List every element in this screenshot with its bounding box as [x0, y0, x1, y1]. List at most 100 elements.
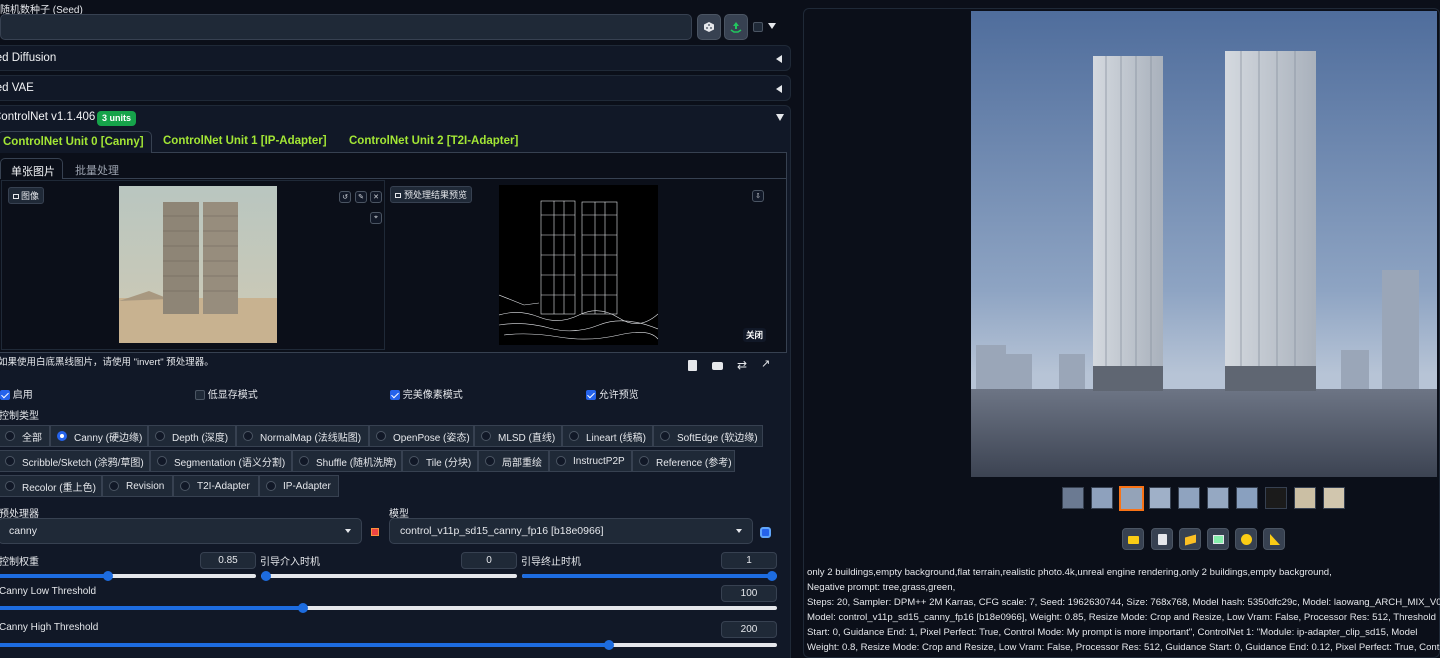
save-button[interactable]: [1151, 528, 1173, 550]
end-slider[interactable]: [522, 571, 777, 581]
tab-unit-0[interactable]: ControlNet Unit 0 [Canny]: [0, 131, 152, 153]
seed-input[interactable]: [0, 14, 692, 40]
send-to-extras-button[interactable]: [1263, 528, 1285, 550]
start-input[interactable]: 0: [461, 552, 517, 569]
canny-low-input[interactable]: 100: [721, 585, 777, 602]
canny-high-slider[interactable]: [0, 640, 777, 650]
control-type-softedge[interactable]: SoftEdge (软边缘): [653, 425, 763, 447]
swap-icon[interactable]: ⇄: [737, 358, 747, 372]
gallery-thumbnail[interactable]: [1091, 487, 1113, 509]
brush-icon[interactable]: ⌖: [370, 212, 382, 224]
download-icon[interactable]: ⇩: [752, 190, 764, 202]
tiled-diffusion-accordion[interactable]: Tiled Diffusion: [0, 45, 791, 71]
preprocessed-preview-image: [499, 185, 658, 345]
close-preview-button[interactable]: 关闭: [743, 328, 767, 342]
extra-seed-checkbox[interactable]: [753, 22, 763, 32]
end-slider-thumb[interactable]: [767, 571, 777, 581]
canny-low-slider[interactable]: [0, 603, 777, 613]
control-type-mlsd[interactable]: MLSD (直线): [474, 425, 562, 447]
canny-low-slider-fill: [0, 606, 304, 610]
extra-seed-toggle-icon[interactable]: [768, 23, 776, 29]
control-type-inpaint[interactable]: 局部重绘: [478, 450, 549, 472]
edit-icon[interactable]: ✎: [355, 191, 367, 203]
end-input[interactable]: 1: [721, 552, 777, 569]
control-type-segmentation[interactable]: Segmentation (语义分割): [150, 450, 292, 472]
run-preprocessor-icon[interactable]: [371, 528, 379, 536]
tab-single-image-label: 单张图片: [11, 166, 55, 178]
control-type-label: T2I-Adapter: [197, 480, 250, 492]
start-slider-thumb[interactable]: [261, 571, 271, 581]
tab-unit-2[interactable]: ControlNet Unit 2 [T2I-Adapter]: [349, 135, 518, 147]
control-type-depth[interactable]: Depth (深度): [148, 425, 236, 447]
canny-high-input[interactable]: 200: [721, 621, 777, 638]
control-type-ip-adapter[interactable]: IP-Adapter: [259, 475, 339, 497]
control-type-recolor[interactable]: Recolor (重上色): [0, 475, 102, 497]
tab-single-image[interactable]: 单张图片: [0, 158, 63, 179]
reuse-seed-button[interactable]: [724, 14, 748, 40]
control-type-label: Revision: [126, 480, 165, 492]
radio-dot-icon: [5, 456, 15, 466]
camera-icon[interactable]: [712, 362, 723, 370]
control-type-label: 局部重绘: [502, 457, 542, 469]
tiled-vae-accordion[interactable]: Tiled VAE: [0, 75, 791, 101]
control-type-normalmap[interactable]: NormalMap (法线贴图): [236, 425, 369, 447]
gallery-thumbnail[interactable]: [1119, 486, 1144, 511]
weight-slider-thumb[interactable]: [102, 571, 113, 581]
invert-hint: 如果使用白底黑线图片，请使用 "invert" 预处理器。: [0, 357, 214, 368]
chevron-down-icon: [345, 529, 351, 533]
control-type-revision[interactable]: Revision: [102, 475, 173, 497]
gallery-thumbnail[interactable]: [1207, 487, 1229, 509]
control-type-openpose[interactable]: OpenPose (姿态): [369, 425, 474, 447]
model-select[interactable]: control_v11p_sd15_canny_fp16 [b18e0966]: [389, 518, 753, 544]
weight-input[interactable]: 0.85: [200, 552, 256, 569]
new-canvas-icon[interactable]: [688, 360, 697, 371]
info-line: Steps: 20, Sampler: DPM++ 2M Karras, CFG…: [807, 597, 1440, 608]
allow-preview-checkbox[interactable]: 允许预览: [586, 386, 639, 401]
output-image[interactable]: [971, 11, 1437, 477]
gallery-thumbnail[interactable]: [1323, 487, 1345, 509]
random-seed-button[interactable]: [697, 14, 721, 40]
send-to-inpaint-button[interactable]: [1235, 528, 1257, 550]
gallery-thumbnail[interactable]: [1149, 487, 1171, 509]
control-type-shuffle[interactable]: Shuffle (随机洗牌): [292, 450, 402, 472]
canny-high-slider-fill: [0, 643, 609, 647]
zip-icon: [1185, 534, 1196, 546]
preprocessor-select[interactable]: canny: [0, 518, 362, 544]
control-type-tile[interactable]: Tile (分块): [402, 450, 478, 472]
gallery-thumbnail[interactable]: [1294, 487, 1316, 509]
control-type-label: Recolor (重上色): [22, 482, 96, 494]
send-icon[interactable]: ↗: [761, 357, 770, 370]
ruler-icon: [1270, 534, 1280, 545]
start-slider[interactable]: [261, 571, 517, 581]
refresh-models-icon[interactable]: [760, 527, 771, 538]
open-folder-button[interactable]: [1122, 528, 1144, 550]
gallery-thumbnail[interactable]: [1178, 487, 1200, 509]
collapse-down-icon[interactable]: [776, 114, 784, 121]
clear-icon[interactable]: ✕: [370, 191, 382, 203]
radio-dot-icon: [569, 431, 579, 441]
gallery-thumbnail[interactable]: [1265, 487, 1287, 509]
send-to-img2img-button[interactable]: [1207, 528, 1229, 550]
zip-button[interactable]: [1179, 528, 1201, 550]
control-type-all[interactable]: 全部: [0, 425, 50, 447]
radio-dot-icon: [157, 456, 167, 466]
gallery-thumbnail[interactable]: [1236, 487, 1258, 509]
undo-icon[interactable]: ↺: [339, 191, 351, 203]
controlnet-title[interactable]: ControlNet v1.1.406: [0, 111, 95, 123]
control-type-lineart[interactable]: Lineart (线稿): [562, 425, 653, 447]
control-type-scribble[interactable]: Scribble/Sketch (涂鸦/草图): [0, 450, 150, 472]
tab-unit-1[interactable]: ControlNet Unit 1 [IP-Adapter]: [163, 135, 327, 147]
control-type-reference[interactable]: Reference (参考): [632, 450, 735, 472]
control-type-canny[interactable]: Canny (硬边缘): [50, 425, 148, 447]
control-type-label: IP-Adapter: [283, 480, 331, 492]
radio-dot-icon: [299, 456, 309, 466]
canny-high-slider-thumb[interactable]: [603, 640, 614, 650]
weight-slider[interactable]: [0, 571, 256, 581]
tab-batch[interactable]: 批量处理: [75, 162, 119, 178]
pixel-perfect-checkbox[interactable]: 完美像素模式: [390, 386, 463, 401]
enable-checkbox[interactable]: 启用: [0, 386, 33, 401]
control-type-instructp2p[interactable]: InstructP2P: [549, 450, 632, 472]
control-type-t2i-adapter[interactable]: T2I-Adapter: [173, 475, 259, 497]
gallery-thumbnail[interactable]: [1062, 487, 1084, 509]
low-vram-checkbox[interactable]: 低显存模式: [195, 386, 258, 401]
